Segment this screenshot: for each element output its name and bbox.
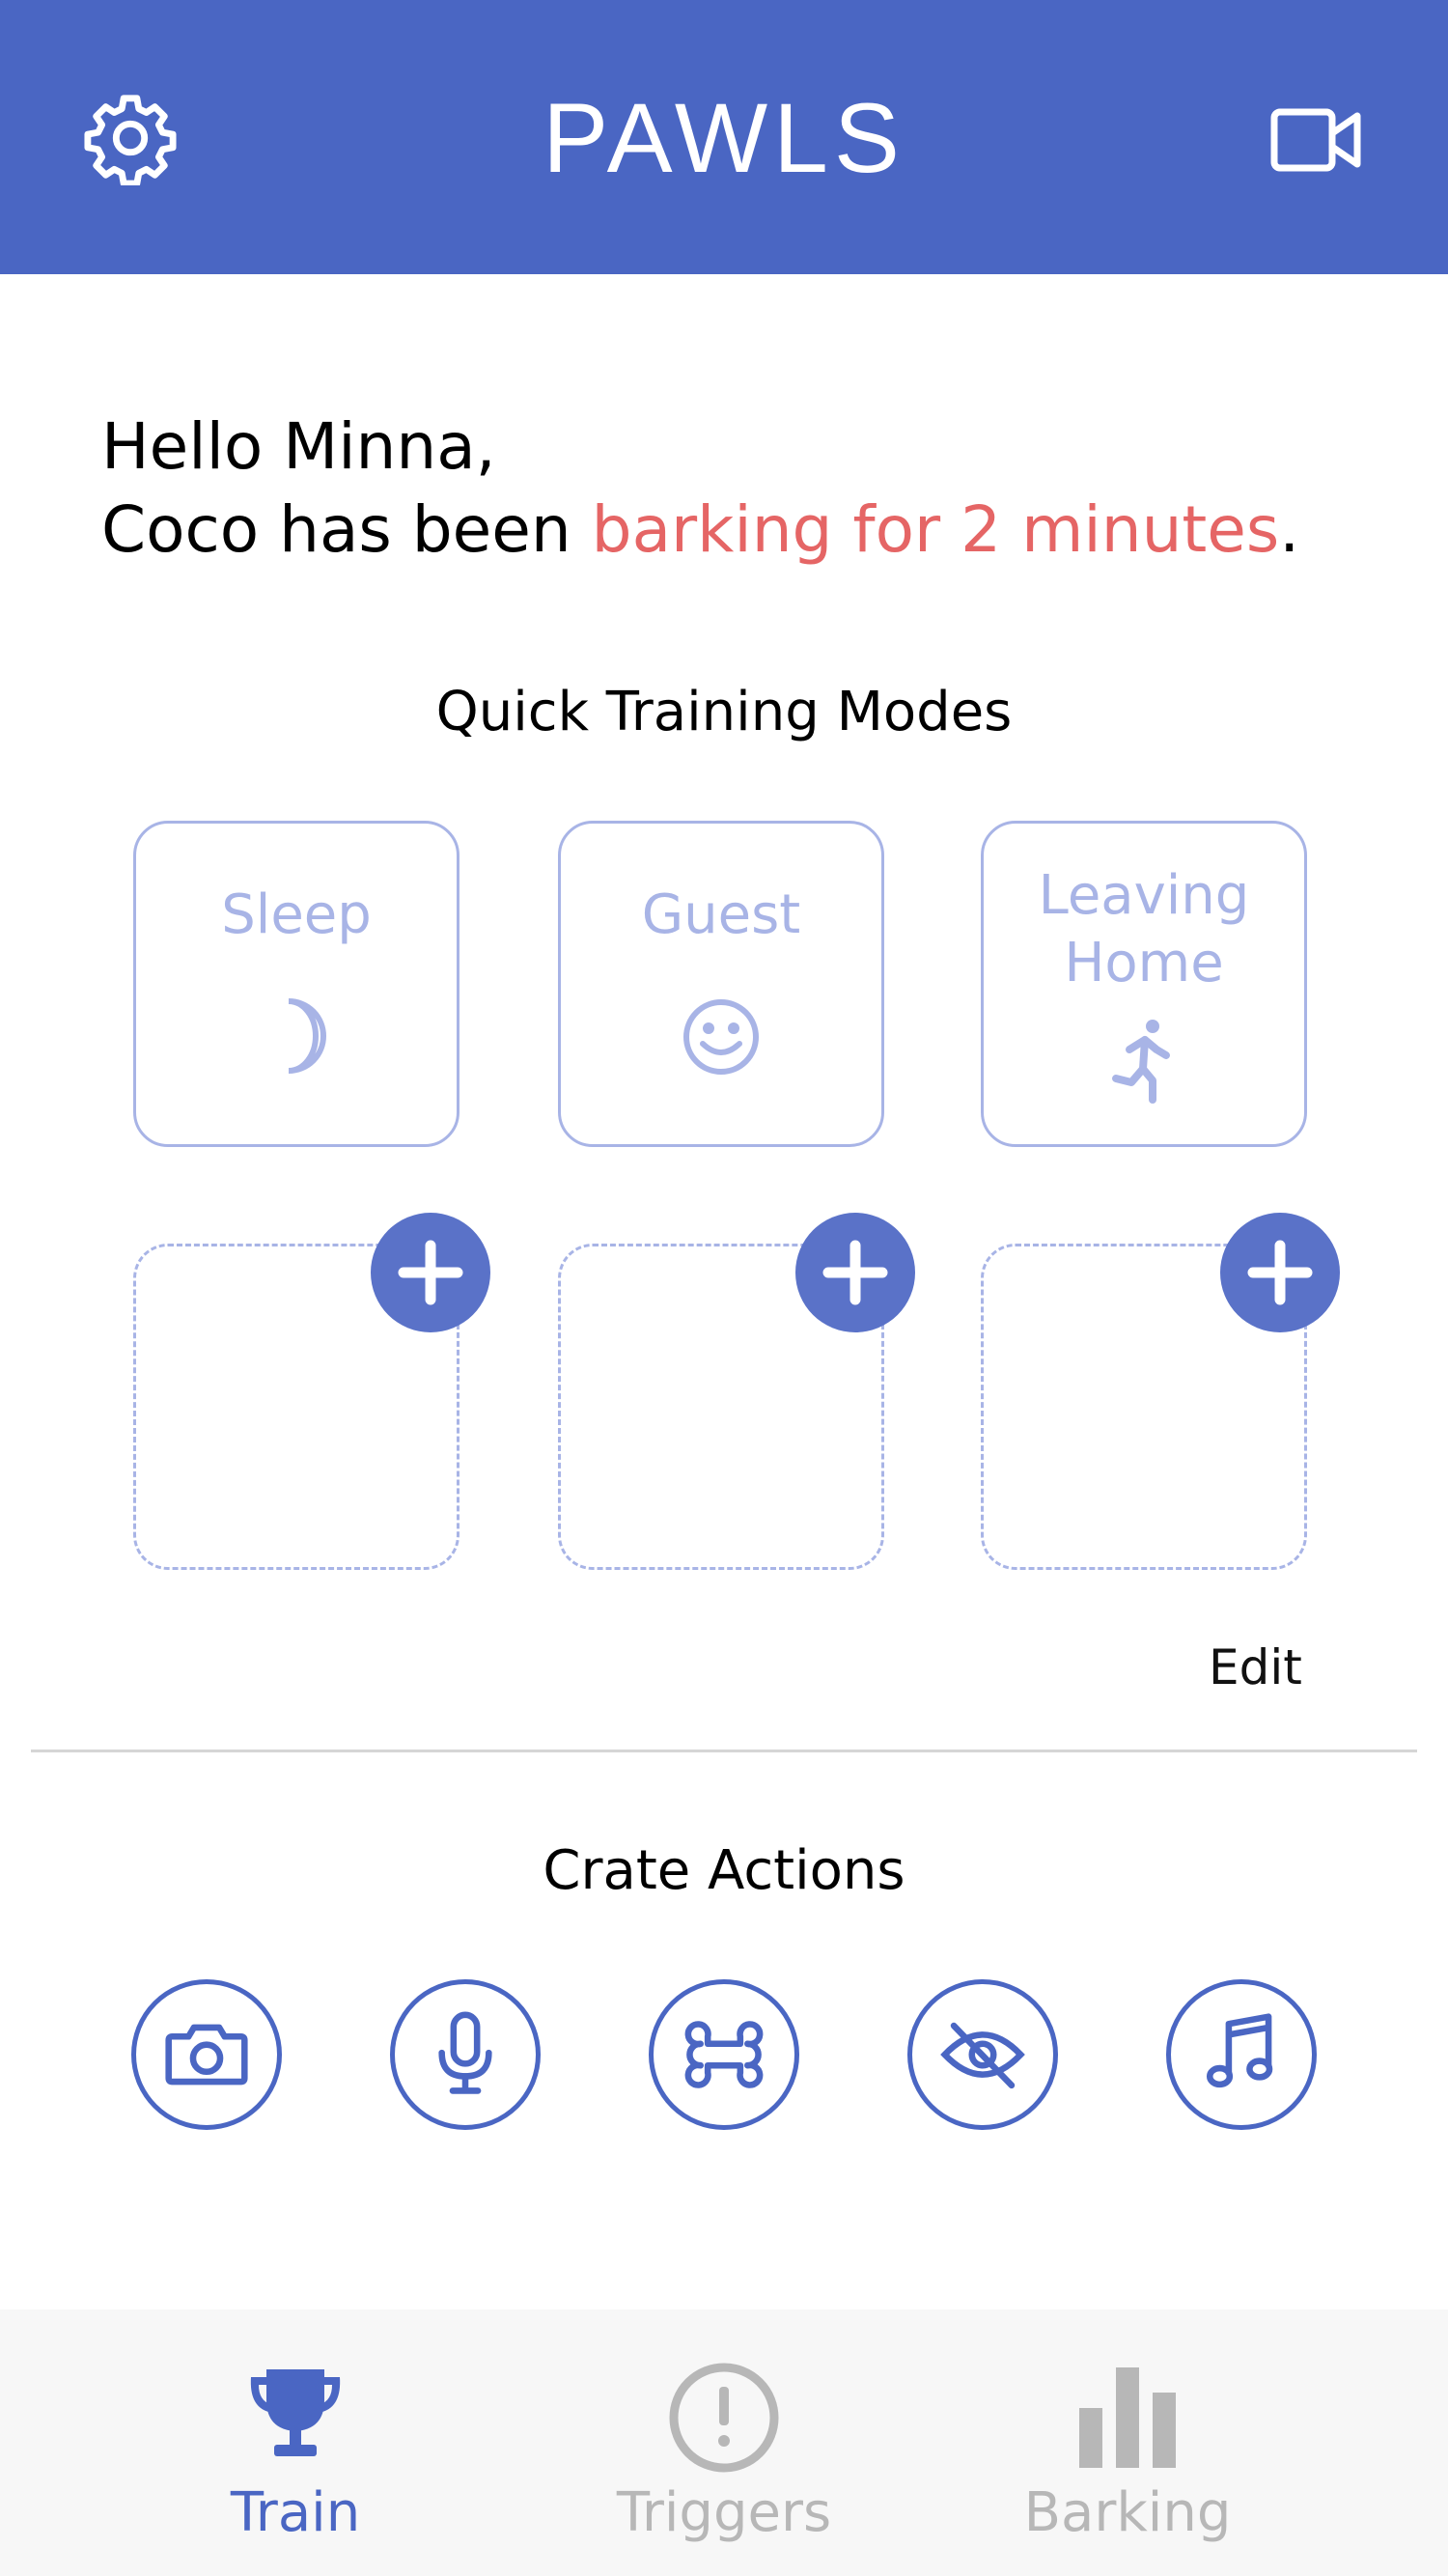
exclamation-circle-icon bbox=[669, 2363, 779, 2473]
tab-train[interactable]: Train bbox=[102, 2310, 488, 2576]
camera-action-button[interactable] bbox=[131, 1979, 282, 2130]
mode-card-leaving-home[interactable]: Leaving Home bbox=[981, 821, 1307, 1147]
tab-label-barking: Barking bbox=[1023, 2481, 1232, 2544]
camera-icon bbox=[165, 2024, 248, 2086]
edit-modes-link[interactable]: Edit bbox=[1209, 1639, 1302, 1695]
microphone-action-button[interactable] bbox=[390, 1979, 541, 2130]
moon-icon bbox=[288, 998, 326, 1074]
music-action-button[interactable] bbox=[1166, 1979, 1317, 2130]
add-mode-button[interactable] bbox=[1220, 1213, 1340, 1332]
treat-action-button[interactable] bbox=[649, 1979, 799, 2130]
quick-training-modes-title: Quick Training Modes bbox=[435, 681, 1013, 743]
greeting-line-1: Hello Minna, bbox=[101, 409, 496, 484]
bottom-tab-bar: Train Triggers Barking bbox=[0, 2310, 1448, 2576]
trophy-icon bbox=[250, 2369, 341, 2456]
tab-label-triggers: Triggers bbox=[616, 2481, 832, 2544]
add-mode-button[interactable] bbox=[795, 1213, 915, 1332]
greeting-line-2: Coco has been barking for 2 minutes. bbox=[101, 489, 1299, 572]
plus-icon bbox=[1247, 1240, 1313, 1305]
greeting-suffix: . bbox=[1279, 492, 1300, 567]
microphone-icon bbox=[438, 2011, 492, 2094]
app-title: PAWLS bbox=[543, 83, 905, 193]
bone-icon bbox=[684, 2021, 764, 2088]
section-divider bbox=[31, 1750, 1417, 1752]
smiley-icon bbox=[683, 999, 759, 1075]
plus-icon bbox=[398, 1240, 463, 1305]
tab-barking[interactable]: Barking bbox=[934, 2310, 1321, 2576]
bar-chart-icon bbox=[1079, 2367, 1176, 2468]
add-mode-button[interactable] bbox=[371, 1213, 490, 1332]
crate-actions-title: Crate Actions bbox=[543, 1839, 905, 1902]
tab-triggers[interactable]: Triggers bbox=[531, 2310, 917, 2576]
plus-icon bbox=[822, 1240, 888, 1305]
mode-card-sleep[interactable]: Sleep bbox=[133, 821, 459, 1147]
greeting-message: Hello Minna, Coco has been barking for 2… bbox=[101, 406, 1299, 572]
mode-label: Guest bbox=[641, 883, 801, 946]
app-header: PAWLS bbox=[0, 0, 1448, 274]
mode-label-line-2: Home bbox=[1064, 932, 1224, 994]
mode-label: Sleep bbox=[221, 883, 372, 946]
greeting-prefix: Coco has been bbox=[101, 492, 592, 567]
running-person-icon bbox=[1112, 1020, 1170, 1104]
music-note-icon bbox=[1206, 2013, 1273, 2088]
video-camera-button[interactable] bbox=[1270, 106, 1363, 174]
barking-status: barking for 2 minutes bbox=[591, 492, 1280, 567]
tab-label-train: Train bbox=[230, 2481, 361, 2544]
mode-label-line-1: Leaving bbox=[1038, 864, 1250, 927]
mode-card-guest[interactable]: Guest bbox=[558, 821, 884, 1147]
video-camera-icon bbox=[1270, 108, 1361, 172]
hide-action-button[interactable] bbox=[907, 1979, 1058, 2130]
eye-off-icon bbox=[940, 2022, 1025, 2089]
